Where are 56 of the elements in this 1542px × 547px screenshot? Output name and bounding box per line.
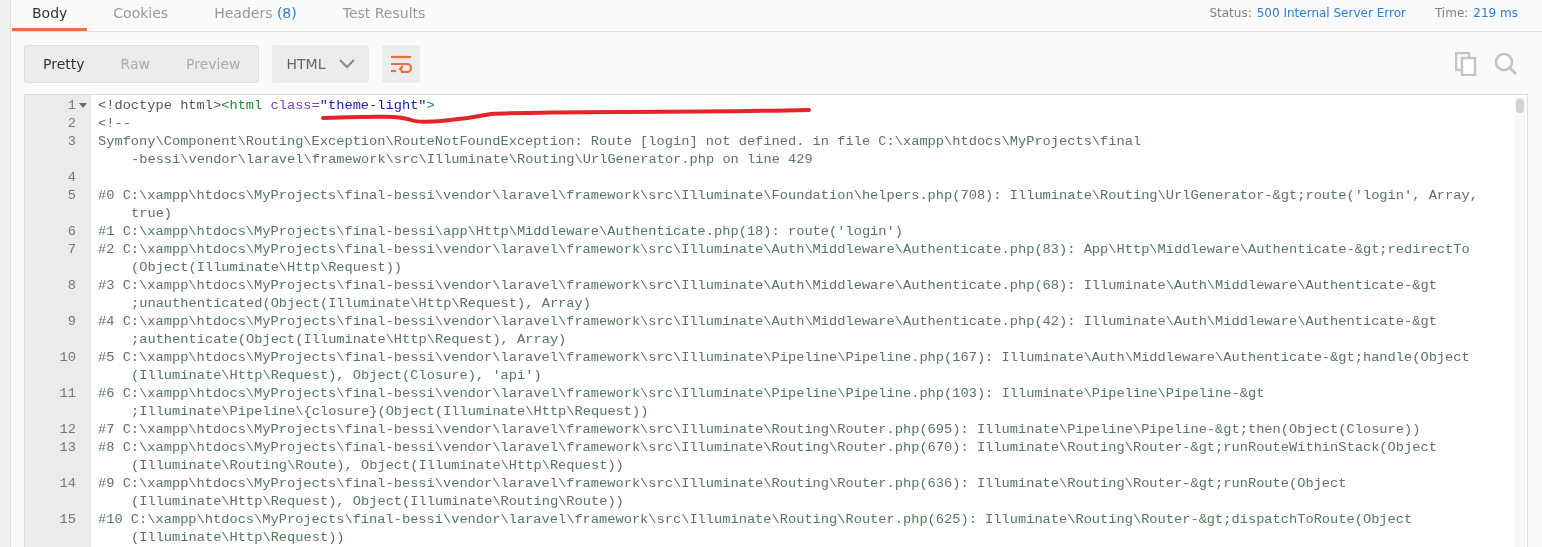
view-mode-tab[interactable]: Pretty [25,46,103,82]
response-tab[interactable]: Cookies [93,0,189,31]
code-line: #4 C:\xampp\htdocs\MyProjects\final-bessi\vendor\laravel\framework\src\Illuminate\Auth\Middleware\Authenticate.php(42): Illuminate\Auth\Middleware\Authenticate-&gt [98,313,1437,331]
code-line: #5 C:\xampp\htdocs\MyProjects\final-bessi\vendor\laravel\framework\src\Illuminate\Pipeline\Pipeline.php(167): Illuminate\Auth\Middleware\Authenticate-&gt;handle(Object [98,349,1470,367]
response-tab[interactable]: Test Results [322,0,446,31]
status-label: Status: [1209,6,1252,20]
code-line: Symfony\Component\Routing\Exception\RouteNotFoundException: Route [login] not defined. in file C:\xampp\htdocs\MyProjects\final [98,133,1142,151]
code-line: #6 C:\xampp\htdocs\MyProjects\final-bessi\vendor\laravel\framework\src\Illuminate\Pipeline\Pipeline.php(103): Illuminate\Pipeline\Pipeline-&gt [98,385,1265,403]
line-number: 11 [59,385,76,403]
code-line: ;unauthenticated(Object(Illuminate\Http\Request), Array) [130,295,592,313]
line-number: 12 [59,421,76,439]
code-line: true) [130,205,174,223]
format-dropdown[interactable]: HTML [272,45,370,83]
time-label: Time: [1434,6,1469,20]
line-number: 2 [67,115,76,133]
scrollbar-thumb[interactable] [1516,99,1524,113]
copy-icon[interactable] [1455,52,1477,76]
line-number: 13 [59,439,76,457]
code-line: (Illuminate\Http\Request), Object(Illuminate\Routing\Route)) [130,493,625,511]
time-value: 219 ms [1473,6,1518,20]
code-line: <!doctype html><html class="theme-light"> [98,97,435,115]
code-line: #1 C:\xampp\htdocs\MyProjects\final-bessi\app\Http\Middleware\Authenticate.php(18): route('login') [98,223,903,241]
wrap-lines-icon [390,55,413,73]
status-value[interactable]: 500 Internal Server Error [1256,6,1406,20]
code-line: #0 C:\xampp\htdocs\MyProjects\final-bessi\vendor\laravel\framework\src\Illuminate\Foundation\helpers.php(708): Illuminate\Routing\UrlGenerator-&gt;route('login', Array, [98,187,1478,205]
line-number: 6 [67,223,76,241]
code-line: #7 C:\xampp\htdocs\MyProjects\final-bessi\vendor\laravel\framework\src\Illuminate\Routing\Router.php(695): Illuminate\Pipeline\Pipeline-&gt;then(Object(Closure)) [98,421,1421,439]
wrap-lines-button[interactable] [382,45,421,83]
code-line: ;authenticate(Object(Illuminate\Http\Request), Array) [130,331,568,349]
line-number: 4 [67,169,76,187]
line-number: 8 [67,277,76,295]
chevron-down-icon [339,59,356,69]
code-line: (Illuminate\Http\Request), Object(Closure), 'api') [130,367,543,385]
line-number: 10 [59,349,76,367]
code-line: (Illuminate\Http\Request)) [130,529,346,547]
line-number: 14 [59,475,76,493]
code-line: ;Illuminate\Pipeline\{closure}(Object(Illuminate\Http\Request)) [130,403,650,421]
code-line: (Object(Illuminate\Http\Request)) [130,259,404,277]
code-line: #3 C:\xampp\htdocs\MyProjects\final-bessi\vendor\laravel\framework\src\Illuminate\Auth\Middleware\Authenticate.php(68): Illuminate\Auth\Middleware\Authenticate-&gt [98,277,1437,295]
fold-arrow-icon[interactable] [79,103,87,109]
line-number: 5 [67,187,76,205]
response-tab[interactable]: Headers (8) [194,0,317,31]
line-number: 7 [67,241,76,259]
code-line: #9 C:\xampp\htdocs\MyProjects\final-bessi\vendor\laravel\framework\src\Illuminate\Routing\Router.php(636): Illuminate\Routing\Router-&gt;runRoute(Object [98,475,1347,493]
code-line: #2 C:\xampp\htdocs\MyProjects\final-bessi\vendor\laravel\framework\src\Illuminate\Auth\Middleware\Authenticate.php(83): App\Http\Middleware\Authenticate-&gt;redirectTo [98,241,1470,259]
line-number: 1 [67,97,76,115]
code-line: -bessi\vendor\laravel\framework\src\Illuminate\Routing\UrlGenerator.php on line 429 [130,151,814,169]
response-tab[interactable]: Body [12,0,88,31]
code-line: #10 C:\xampp\htdocs\MyProjects\final-bessi\vendor\laravel\framework\src\Illuminate\Routing\Router.php(625): Illuminate\Routing\Router-&gt;dispatchToRoute(Object [98,511,1413,529]
code-line: #8 C:\xampp\htdocs\MyProjects\final-bessi\vendor\laravel\framework\src\Illuminate\Routing\Router.php(670): Illuminate\Routing\Router-&gt;runRouteWithinStack(Object [98,439,1437,457]
code-line: (Illuminate\Routing\Route), Object(Illuminate\Http\Request)) [130,457,625,475]
line-number: 15 [59,511,76,529]
line-number: 3 [67,133,76,151]
line-number: 9 [67,313,76,331]
search-icon[interactable] [1494,52,1518,76]
code-line: <!-- [98,115,131,133]
